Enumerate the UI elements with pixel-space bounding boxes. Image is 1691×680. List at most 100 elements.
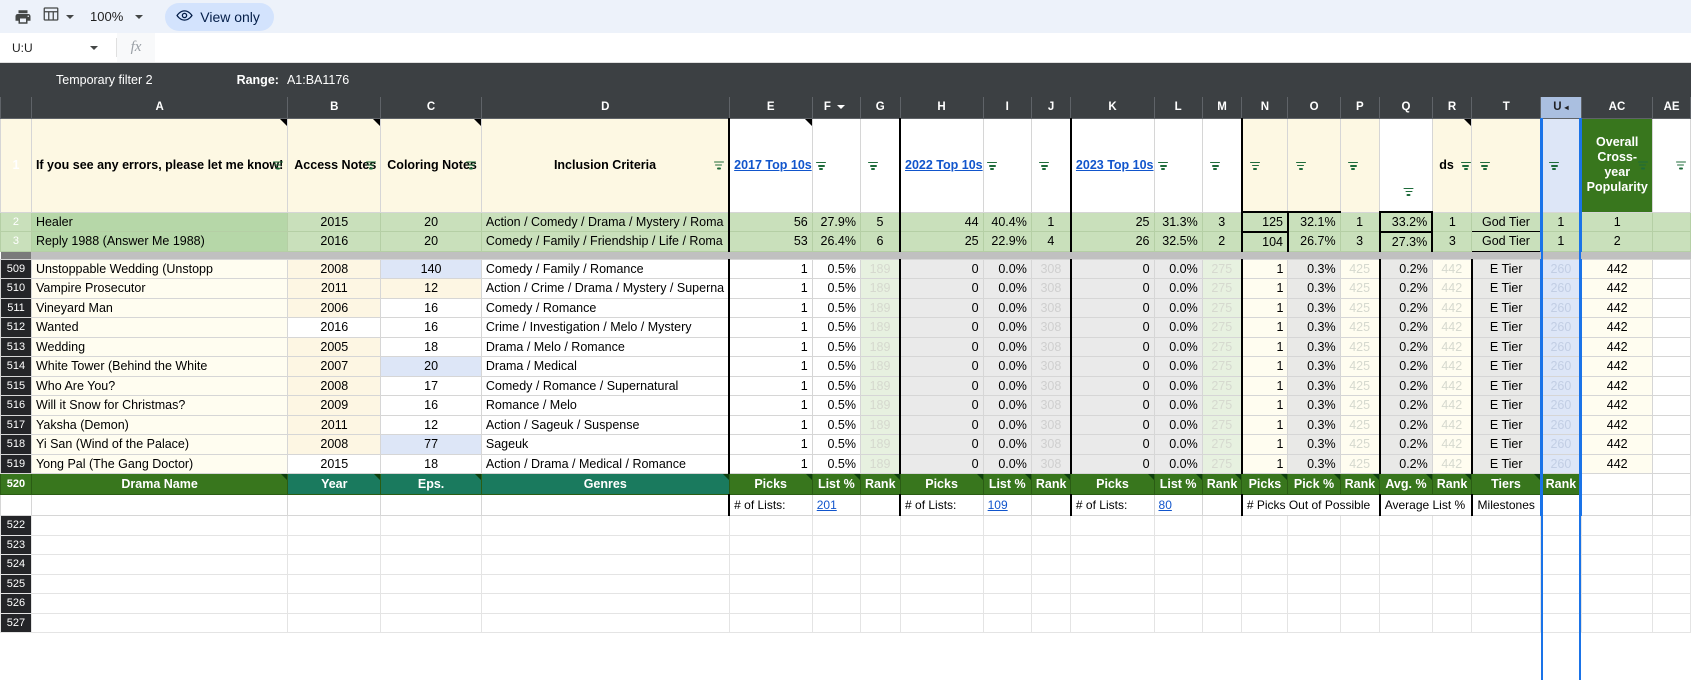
cell-D1[interactable]: Inclusion Criteria [480,117,730,213]
cell-2023-listpct[interactable]: 0.0% [1153,414,1203,435]
cell-2022-rank[interactable]: 4 [1030,231,1072,252]
cell-year[interactable]: 2009 [287,395,382,416]
empty-cell[interactable] [30,515,289,536]
column-header-U[interactable]: U ◂ [1540,97,1582,119]
empty-cell[interactable] [811,573,861,594]
cell-2023-lists-value[interactable]: 80 [1154,494,1203,516]
empty-cell[interactable] [1339,534,1381,555]
column-header-T[interactable]: T [1471,97,1542,119]
cell-2022-picks[interactable]: 0 [899,414,984,435]
empty-cell[interactable] [30,612,289,633]
cell-avg-rank[interactable]: 1 [1431,211,1473,232]
cell-Q1[interactable] [1379,117,1433,213]
cell-2022-listpct[interactable]: 0.0% [982,258,1032,279]
cell-pick-rank[interactable]: 425 [1339,395,1381,416]
cell-avg-rank[interactable]: 442 [1431,453,1473,474]
cell-2017-listpct[interactable]: 26.4% [811,231,861,252]
cell-drama-name[interactable]: Vineyard Man [30,297,289,318]
footer-header-2017-rank[interactable]: Rank [859,473,901,495]
empty-cell[interactable] [982,573,1032,594]
cell-2017-listpct[interactable]: 0.5% [811,278,861,299]
empty-cell[interactable] [1153,612,1203,633]
cell-tier-rank[interactable]: 260 [1539,278,1583,299]
cell-overall-rank[interactable]: 442 [1580,297,1654,318]
column-header-K[interactable]: K [1070,97,1155,119]
cell-2022-rank[interactable]: 308 [1030,395,1072,416]
cell-I1[interactable] [982,117,1032,213]
cell-tier[interactable]: E Tier [1471,258,1542,279]
empty-cell[interactable] [1580,534,1654,555]
footer-header-row[interactable]: 520 Drama Name Year Eps. Genres Picks Li… [0,473,1691,495]
cell-drama-name[interactable]: Unstoppable Wedding (Unstopp [30,258,289,279]
cell-2022-picks[interactable]: 0 [899,317,984,338]
column-header-B[interactable]: B [287,97,382,119]
empty-cell[interactable] [811,554,861,575]
row-number-524[interactable]: 524 [0,554,32,575]
empty-cell[interactable] [1201,573,1243,594]
cell-2022-picks[interactable]: 0 [899,297,984,318]
cell-D521[interactable] [480,494,730,516]
cell-avgpct[interactable]: 0.2% [1379,317,1433,338]
empty-cell[interactable] [1070,554,1155,575]
empty-cell[interactable] [811,612,861,633]
empty-cell[interactable] [30,554,289,575]
cell-2023-listpct[interactable]: 0.0% [1153,395,1203,416]
row-number-523[interactable]: 523 [0,534,32,555]
cell-2023-listpct[interactable]: 32.5% [1153,231,1203,252]
cell-2017-rank[interactable]: 189 [859,317,902,338]
cell-2017-rank[interactable]: 189 [859,336,902,357]
cell-pick-rank[interactable]: 425 [1339,297,1381,318]
cell-2023-picks[interactable]: 26 [1069,231,1155,252]
cell-2022-picks[interactable]: 25 [899,231,984,252]
cell-2023-listpct[interactable]: 0.0% [1153,375,1203,396]
empty-cell[interactable] [380,534,482,555]
cell-pickpct[interactable]: 0.3% [1287,414,1341,435]
footer-header-2022-listpct[interactable]: List % [982,473,1032,495]
cell-tier[interactable]: E Tier [1471,278,1542,299]
cell-total-picks[interactable]: 1 [1240,375,1289,396]
empty-cell[interactable] [811,534,861,555]
empty-cell[interactable] [982,534,1032,555]
cell-2017-rank[interactable]: 189 [859,278,902,299]
cell-drama-name[interactable]: Yaksha (Demon) [30,414,289,435]
column-header-P[interactable]: P [1339,97,1381,119]
cell-H1-link[interactable]: 2022 Top 10s [905,158,982,172]
cell-pick-rank[interactable]: 425 [1339,258,1381,279]
empty-cell[interactable] [1471,534,1542,555]
cell-genres[interactable]: Action / Comedy / Drama / Mystery / Roma [480,211,730,232]
cell-N1[interactable] [1241,117,1289,213]
footer-header-avgpct[interactable]: Avg. % [1379,473,1433,495]
chevron-down-icon[interactable] [90,45,98,50]
empty-cell[interactable] [1287,515,1341,536]
empty-cell[interactable] [899,534,984,555]
cell-AE[interactable] [1652,375,1691,396]
footer-header-blank-AC[interactable] [1580,473,1654,495]
cell-2017-picks[interactable]: 1 [728,395,813,416]
cell-2022-picks[interactable]: 44 [899,211,984,232]
cell-tier-rank[interactable]: 260 [1539,258,1583,279]
cell-G1[interactable] [859,117,902,213]
cell-2023-rank[interactable]: 275 [1201,258,1243,279]
cell-eps[interactable]: 20 [380,211,482,232]
cell-2023-rank[interactable]: 275 [1201,434,1243,455]
cell-2022-rank[interactable]: 308 [1030,317,1072,338]
cell-total-picks[interactable]: 1 [1240,336,1289,357]
cell-2017-rank[interactable]: 189 [859,356,902,377]
cell-year[interactable]: 2011 [287,278,382,299]
cell-year[interactable]: 2016 [287,317,382,338]
cell-pickpct[interactable]: 0.3% [1287,375,1341,396]
cell-genres[interactable]: Comedy / Romance [480,297,730,318]
cell-drama-name[interactable]: Yi San (Wind of the Palace) [30,434,289,455]
cell-2017-picks[interactable]: 1 [728,453,813,474]
cell-2022-listpct[interactable]: 0.0% [982,336,1032,357]
cell-G521[interactable] [859,494,902,516]
footer-header-2023-picks[interactable]: Picks [1070,473,1155,495]
empty-cell[interactable] [287,554,382,575]
cell-AE[interactable] [1652,395,1691,416]
cell-overall-rank[interactable]: 442 [1580,414,1654,435]
cell-2022-rank[interactable]: 308 [1030,453,1072,474]
row-number-522[interactable]: 522 [0,515,32,536]
empty-cell[interactable] [380,515,482,536]
cell-avg-rank[interactable]: 442 [1431,375,1473,396]
filter-icon[interactable] [1479,160,1490,171]
